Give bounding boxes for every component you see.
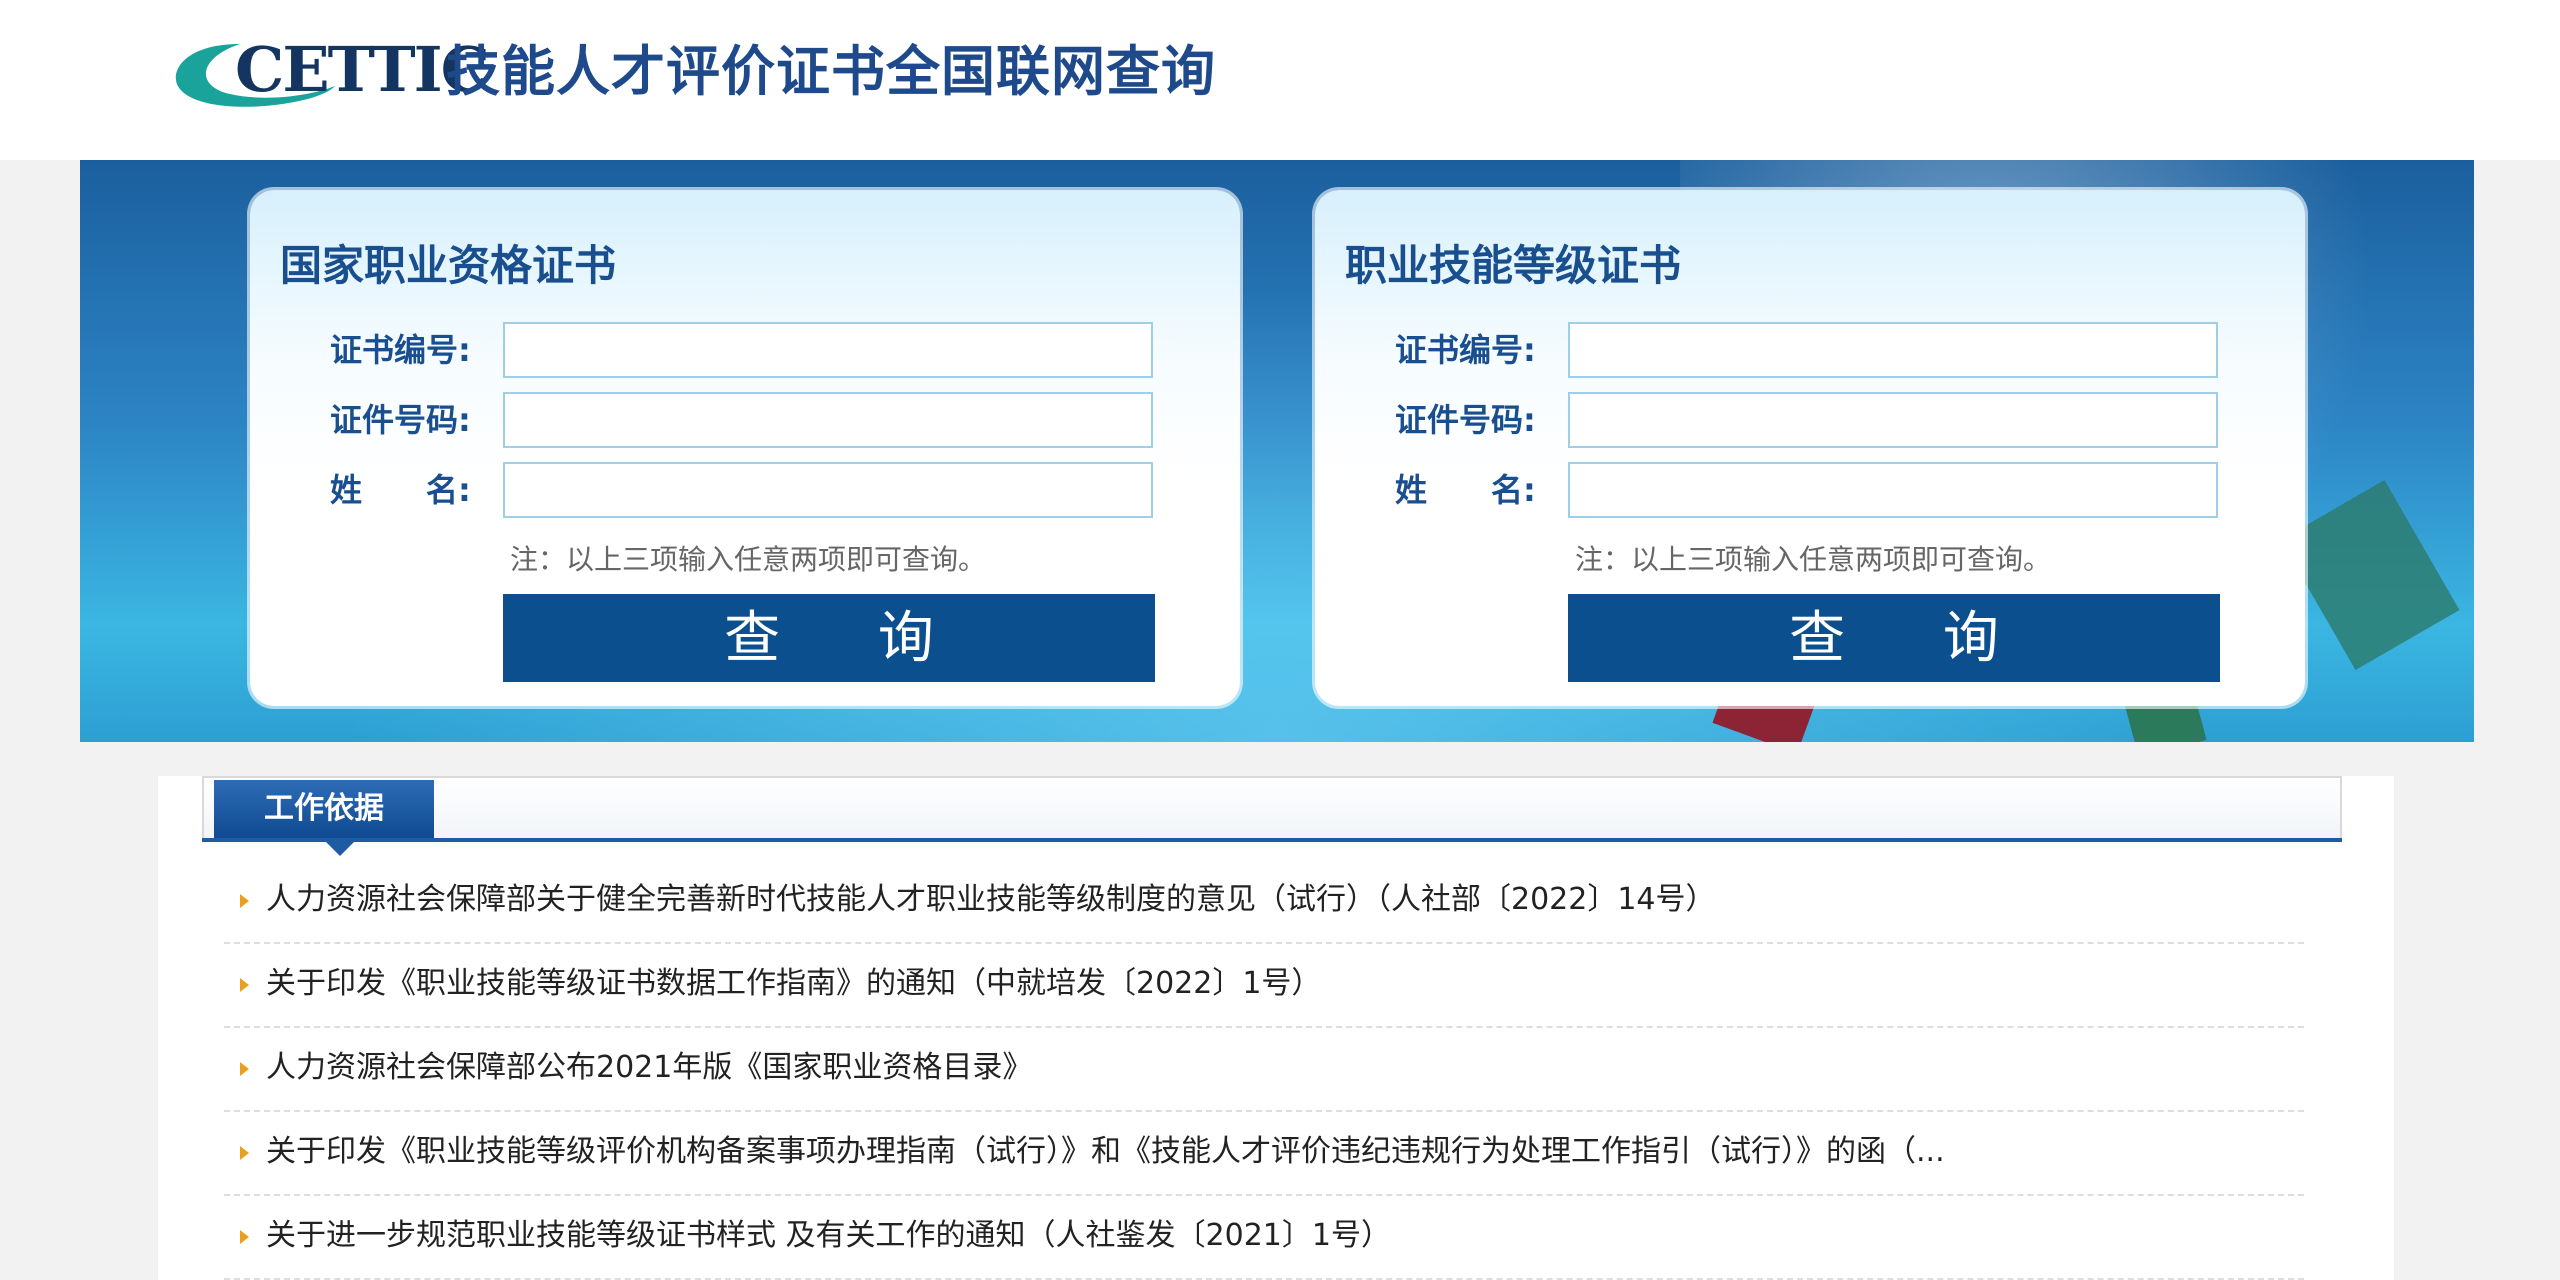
document-link[interactable]: 关于印发《职业技能等级评价机构备案事项办理指南（试行）》和《技能人才评价违纪违规… xyxy=(266,1130,1945,1174)
document-link[interactable]: 人力资源社会保障部关于健全完善新时代技能人才职业技能等级制度的意见（试行）（人社… xyxy=(266,878,1716,922)
name-input[interactable] xyxy=(503,462,1153,518)
document-list: 人力资源社会保障部关于健全完善新时代技能人才职业技能等级制度的意见（试行）（人社… xyxy=(224,860,2304,1280)
query-button[interactable]: 查 询 xyxy=(503,594,1155,682)
list-item: 关于印发《职业技能等级证书数据工作指南》的通知（中就培发〔2022〕1号） xyxy=(224,944,2304,1028)
bullet-icon xyxy=(240,894,249,908)
list-item: 人力资源社会保障部公布2021年版《国家职业资格目录》 xyxy=(224,1028,2304,1112)
bullet-icon xyxy=(240,978,249,992)
site-header: CETTIC 技能人才评价证书全国联网查询 xyxy=(0,0,2560,160)
query-button[interactable]: 查 询 xyxy=(1568,594,2220,682)
form-title: 职业技能等级证书 xyxy=(1345,241,1682,290)
form-note: 注：以上三项输入任意两项即可查询。 xyxy=(510,543,987,576)
certificate-number-input[interactable] xyxy=(1568,322,2218,378)
tab-underline xyxy=(202,838,2342,842)
form-title: 国家职业资格证书 xyxy=(280,241,617,290)
list-item: 关于进一步规范职业技能等级证书样式 及有关工作的通知（人社鉴发〔2021〕1号） xyxy=(224,1196,2304,1280)
skill-level-certificate-form: 职业技能等级证书 证书编号: 证件号码: 姓 名: 注：以上三项输入任意两项即可… xyxy=(1315,190,2305,706)
id-number-label: 证件号码: xyxy=(330,401,471,439)
bullet-icon xyxy=(240,1062,249,1076)
work-basis-panel: 工作依据 人力资源社会保障部关于健全完善新时代技能人才职业技能等级制度的意见（试… xyxy=(158,776,2394,1280)
document-link[interactable]: 关于印发《职业技能等级证书数据工作指南》的通知（中就培发〔2022〕1号） xyxy=(266,962,1321,1006)
id-number-input[interactable] xyxy=(1568,392,2218,448)
certificate-number-label: 证书编号: xyxy=(330,331,471,369)
document-link[interactable]: 人力资源社会保障部公布2021年版《国家职业资格目录》 xyxy=(266,1046,1032,1090)
document-link[interactable]: 关于进一步规范职业技能等级证书样式 及有关工作的通知（人社鉴发〔2021〕1号） xyxy=(266,1214,1391,1258)
name-input[interactable] xyxy=(1568,462,2218,518)
qualification-certificate-form: 国家职业资格证书 证书编号: 证件号码: 姓 名: 注：以上三项输入任意两项即可… xyxy=(250,190,1240,706)
tab-work-basis[interactable]: 工作依据 xyxy=(214,780,434,838)
bullet-icon xyxy=(240,1146,249,1160)
list-item: 人力资源社会保障部关于健全完善新时代技能人才职业技能等级制度的意见（试行）（人社… xyxy=(224,860,2304,944)
certificate-number-label: 证书编号: xyxy=(1395,331,1536,369)
tab-bar xyxy=(202,776,2342,840)
tab-pointer-icon xyxy=(326,842,354,856)
name-label: 姓 名: xyxy=(1395,471,1536,509)
id-number-label: 证件号码: xyxy=(1395,401,1536,439)
name-label: 姓 名: xyxy=(330,471,471,509)
list-item: 关于印发《职业技能等级评价机构备案事项办理指南（试行）》和《技能人才评价违纪违规… xyxy=(224,1112,2304,1196)
certificate-number-input[interactable] xyxy=(503,322,1153,378)
site-title: 技能人才评价证书全国联网查询 xyxy=(446,40,1216,103)
bullet-icon xyxy=(240,1230,249,1244)
form-note: 注：以上三项输入任意两项即可查询。 xyxy=(1575,543,2052,576)
id-number-input[interactable] xyxy=(503,392,1153,448)
